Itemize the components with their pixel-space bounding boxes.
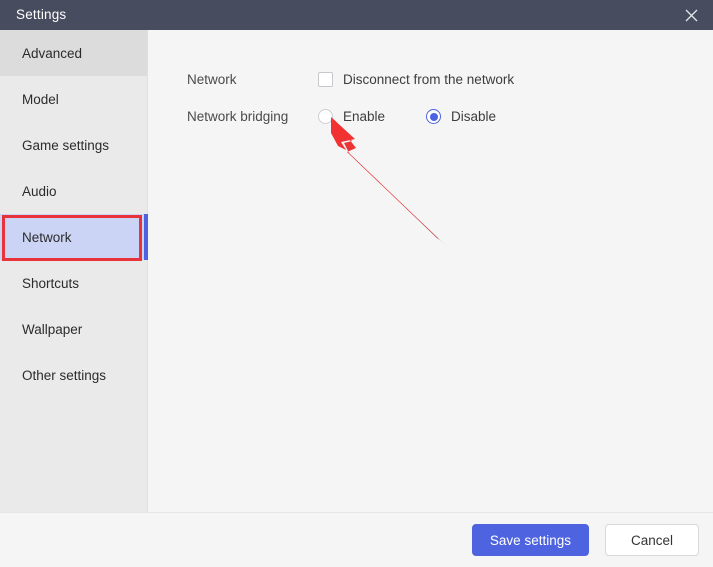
sidebar-item-other-settings[interactable]: Other settings <box>0 352 147 398</box>
network-row-label: Network <box>187 72 237 87</box>
sidebar-item-label: Game settings <box>22 137 110 153</box>
sidebar-item-label: Wallpaper <box>22 321 83 337</box>
sidebar-item-audio[interactable]: Audio <box>0 168 147 214</box>
network-row: Network Disconnect from the network <box>148 72 713 87</box>
dialog-footer: Save settings Cancel <box>0 512 713 567</box>
radio-circle <box>318 109 333 124</box>
sidebar-item-advanced[interactable]: Advanced <box>0 30 147 76</box>
settings-content-panel: Network Disconnect from the network Netw… <box>148 30 713 512</box>
sidebar-item-label: Shortcuts <box>22 275 80 291</box>
checkbox-box <box>318 72 333 87</box>
radio-circle <box>426 109 442 124</box>
window-body: Advanced Model Game settings Audio Netwo… <box>0 30 713 512</box>
radio-disable[interactable]: Disable <box>426 109 496 124</box>
sidebar-item-label: Network <box>22 229 72 245</box>
checkbox-label: Disconnect from the network <box>343 72 515 87</box>
window-title: Settings <box>16 7 67 23</box>
sidebar-item-wallpaper[interactable]: Wallpaper <box>0 306 147 352</box>
sidebar-item-network[interactable]: Network <box>0 214 148 260</box>
title-bar: Settings <box>0 0 713 30</box>
sidebar-item-label: Audio <box>22 183 57 199</box>
sidebar-item-game-settings[interactable]: Game settings <box>0 122 147 168</box>
save-settings-button[interactable]: Save settings <box>471 524 589 556</box>
sidebar-item-model[interactable]: Model <box>0 76 147 122</box>
radio-label: Disable <box>451 109 497 124</box>
network-bridging-radio-group: Enable Disable <box>318 109 496 124</box>
disconnect-network-checkbox[interactable]: Disconnect from the network <box>318 72 514 87</box>
close-button[interactable] <box>669 0 713 30</box>
sidebar-item-label: Advanced <box>22 45 83 61</box>
radio-enable[interactable]: Enable <box>318 109 385 124</box>
cancel-button[interactable]: Cancel <box>604 524 699 556</box>
network-bridging-row-label: Network bridging <box>187 109 289 124</box>
radio-label: Enable <box>343 109 386 124</box>
network-bridging-row: Network bridging Enable Disable <box>148 109 713 124</box>
settings-sidebar: Advanced Model Game settings Audio Netwo… <box>0 30 148 512</box>
sidebar-item-shortcuts[interactable]: Shortcuts <box>0 260 147 306</box>
sidebar-item-label: Model <box>22 91 59 107</box>
close-icon <box>685 9 698 22</box>
sidebar-item-label: Other settings <box>22 367 107 383</box>
settings-window: Settings Advanced Model Game settings Au… <box>0 0 713 567</box>
